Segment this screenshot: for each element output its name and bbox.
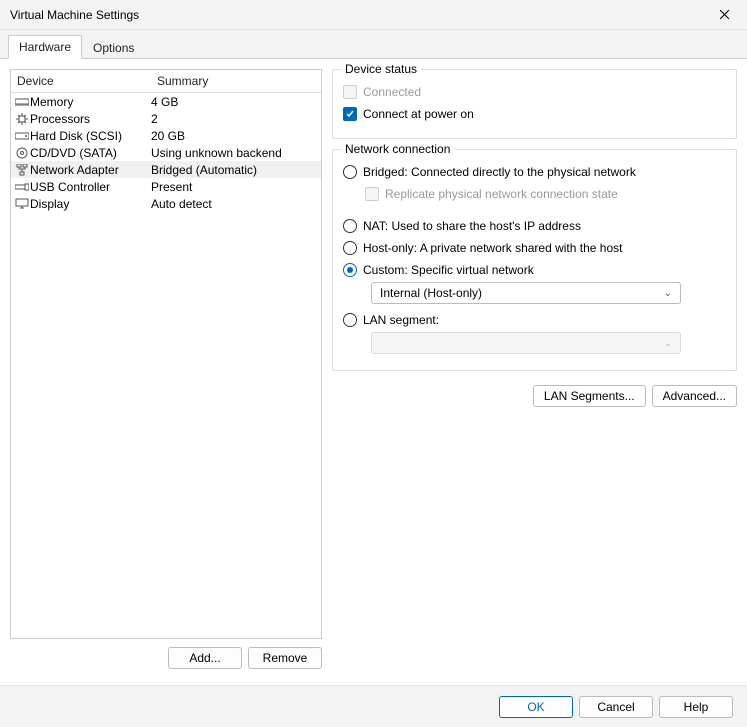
device-summary: 20 GB xyxy=(151,129,321,143)
custom-radio-row[interactable]: Custom: Specific virtual network xyxy=(343,260,726,280)
custom-radio[interactable] xyxy=(343,263,357,277)
device-summary: Auto detect xyxy=(151,197,321,211)
left-column: Device Summary Memory 4 GB Processors 2 xyxy=(10,69,322,669)
check-icon xyxy=(345,109,355,119)
connect-at-poweron-row[interactable]: Connect at power on xyxy=(343,104,726,124)
nat-radio[interactable] xyxy=(343,219,357,233)
device-label: Hard Disk (SCSI) xyxy=(30,129,122,143)
device-list: Device Summary Memory 4 GB Processors 2 xyxy=(10,69,322,639)
hostonly-radio-row[interactable]: Host-only: A private network shared with… xyxy=(343,238,726,258)
lan-segment-dropdown: ⌄ xyxy=(371,332,681,354)
device-row-processors[interactable]: Processors 2 xyxy=(11,110,321,127)
device-label: Network Adapter xyxy=(30,163,119,177)
right-column: Device status Connected Connect at power… xyxy=(332,69,737,669)
left-buttons: Add... Remove xyxy=(10,647,322,669)
device-label: Display xyxy=(30,197,69,211)
remove-button[interactable]: Remove xyxy=(248,647,322,669)
custom-network-dropdown[interactable]: Internal (Host-only) ⌄ xyxy=(371,282,681,304)
nat-label: NAT: Used to share the host's IP address xyxy=(363,219,581,233)
device-row-display[interactable]: Display Auto detect xyxy=(11,195,321,212)
header-summary[interactable]: Summary xyxy=(151,70,321,92)
lan-segment-label: LAN segment: xyxy=(363,313,439,327)
connect-at-poweron-checkbox[interactable] xyxy=(343,107,357,121)
lan-segment-radio[interactable] xyxy=(343,313,357,327)
network-connection-group: Network connection Bridged: Connected di… xyxy=(332,149,737,371)
device-label: Processors xyxy=(30,112,90,126)
device-label: Memory xyxy=(30,95,73,109)
nat-radio-row[interactable]: NAT: Used to share the host's IP address xyxy=(343,216,726,236)
hostonly-label: Host-only: A private network shared with… xyxy=(363,241,622,255)
chevron-down-icon: ⌄ xyxy=(664,288,672,299)
device-status-legend: Device status xyxy=(341,62,421,76)
right-buttons: LAN Segments... Advanced... xyxy=(332,385,737,407)
titlebar: Virtual Machine Settings xyxy=(0,0,747,30)
bridged-label: Bridged: Connected directly to the physi… xyxy=(363,165,636,179)
device-row-harddisk[interactable]: Hard Disk (SCSI) 20 GB xyxy=(11,127,321,144)
device-summary: Present xyxy=(151,180,321,194)
tab-options[interactable]: Options xyxy=(82,36,145,59)
device-label: CD/DVD (SATA) xyxy=(30,146,117,160)
ok-button[interactable]: OK xyxy=(499,696,573,718)
cpu-icon xyxy=(14,112,30,126)
help-button[interactable]: Help xyxy=(659,696,733,718)
bridged-radio[interactable] xyxy=(343,165,357,179)
device-summary: Bridged (Automatic) xyxy=(151,163,321,177)
device-row-network[interactable]: Network Adapter Bridged (Automatic) xyxy=(11,161,321,178)
disk-icon xyxy=(14,129,30,143)
add-button[interactable]: Add... xyxy=(168,647,242,669)
tabs: Hardware Options xyxy=(0,30,747,59)
device-row-memory[interactable]: Memory 4 GB xyxy=(11,93,321,110)
replicate-label: Replicate physical network connection st… xyxy=(385,187,618,201)
custom-network-value: Internal (Host-only) xyxy=(380,286,482,300)
lan-segments-button[interactable]: LAN Segments... xyxy=(533,385,646,407)
device-summary: 2 xyxy=(151,112,321,126)
replicate-checkbox-row: Replicate physical network connection st… xyxy=(365,184,726,204)
tab-hardware[interactable]: Hardware xyxy=(8,35,82,59)
device-status-group: Device status Connected Connect at power… xyxy=(332,69,737,139)
device-summary: Using unknown backend xyxy=(151,146,321,160)
footer: OK Cancel Help xyxy=(0,685,747,727)
close-icon xyxy=(719,9,730,20)
connected-label: Connected xyxy=(363,85,421,99)
window-title: Virtual Machine Settings xyxy=(10,8,139,22)
device-row-cddvd[interactable]: CD/DVD (SATA) Using unknown backend xyxy=(11,144,321,161)
network-icon xyxy=(14,163,30,177)
cd-icon xyxy=(14,146,30,160)
close-button[interactable] xyxy=(701,0,747,30)
header-device[interactable]: Device xyxy=(11,70,151,92)
hostonly-radio[interactable] xyxy=(343,241,357,255)
bridged-radio-row[interactable]: Bridged: Connected directly to the physi… xyxy=(343,162,726,182)
chevron-down-icon: ⌄ xyxy=(664,338,672,349)
device-summary: 4 GB xyxy=(151,95,321,109)
lan-segment-radio-row[interactable]: LAN segment: xyxy=(343,310,726,330)
connect-at-poweron-label: Connect at power on xyxy=(363,107,474,121)
custom-label: Custom: Specific virtual network xyxy=(363,263,534,277)
cancel-button[interactable]: Cancel xyxy=(579,696,653,718)
device-list-header: Device Summary xyxy=(11,70,321,93)
memory-icon xyxy=(14,95,30,109)
usb-icon xyxy=(14,180,30,194)
network-connection-legend: Network connection xyxy=(341,142,454,156)
advanced-button[interactable]: Advanced... xyxy=(652,385,737,407)
body: Device Summary Memory 4 GB Processors 2 xyxy=(0,59,747,679)
device-label: USB Controller xyxy=(30,180,110,194)
display-icon xyxy=(14,197,30,211)
replicate-checkbox xyxy=(365,187,379,201)
connected-checkbox-row[interactable]: Connected xyxy=(343,82,726,102)
connected-checkbox[interactable] xyxy=(343,85,357,99)
device-row-usb[interactable]: USB Controller Present xyxy=(11,178,321,195)
